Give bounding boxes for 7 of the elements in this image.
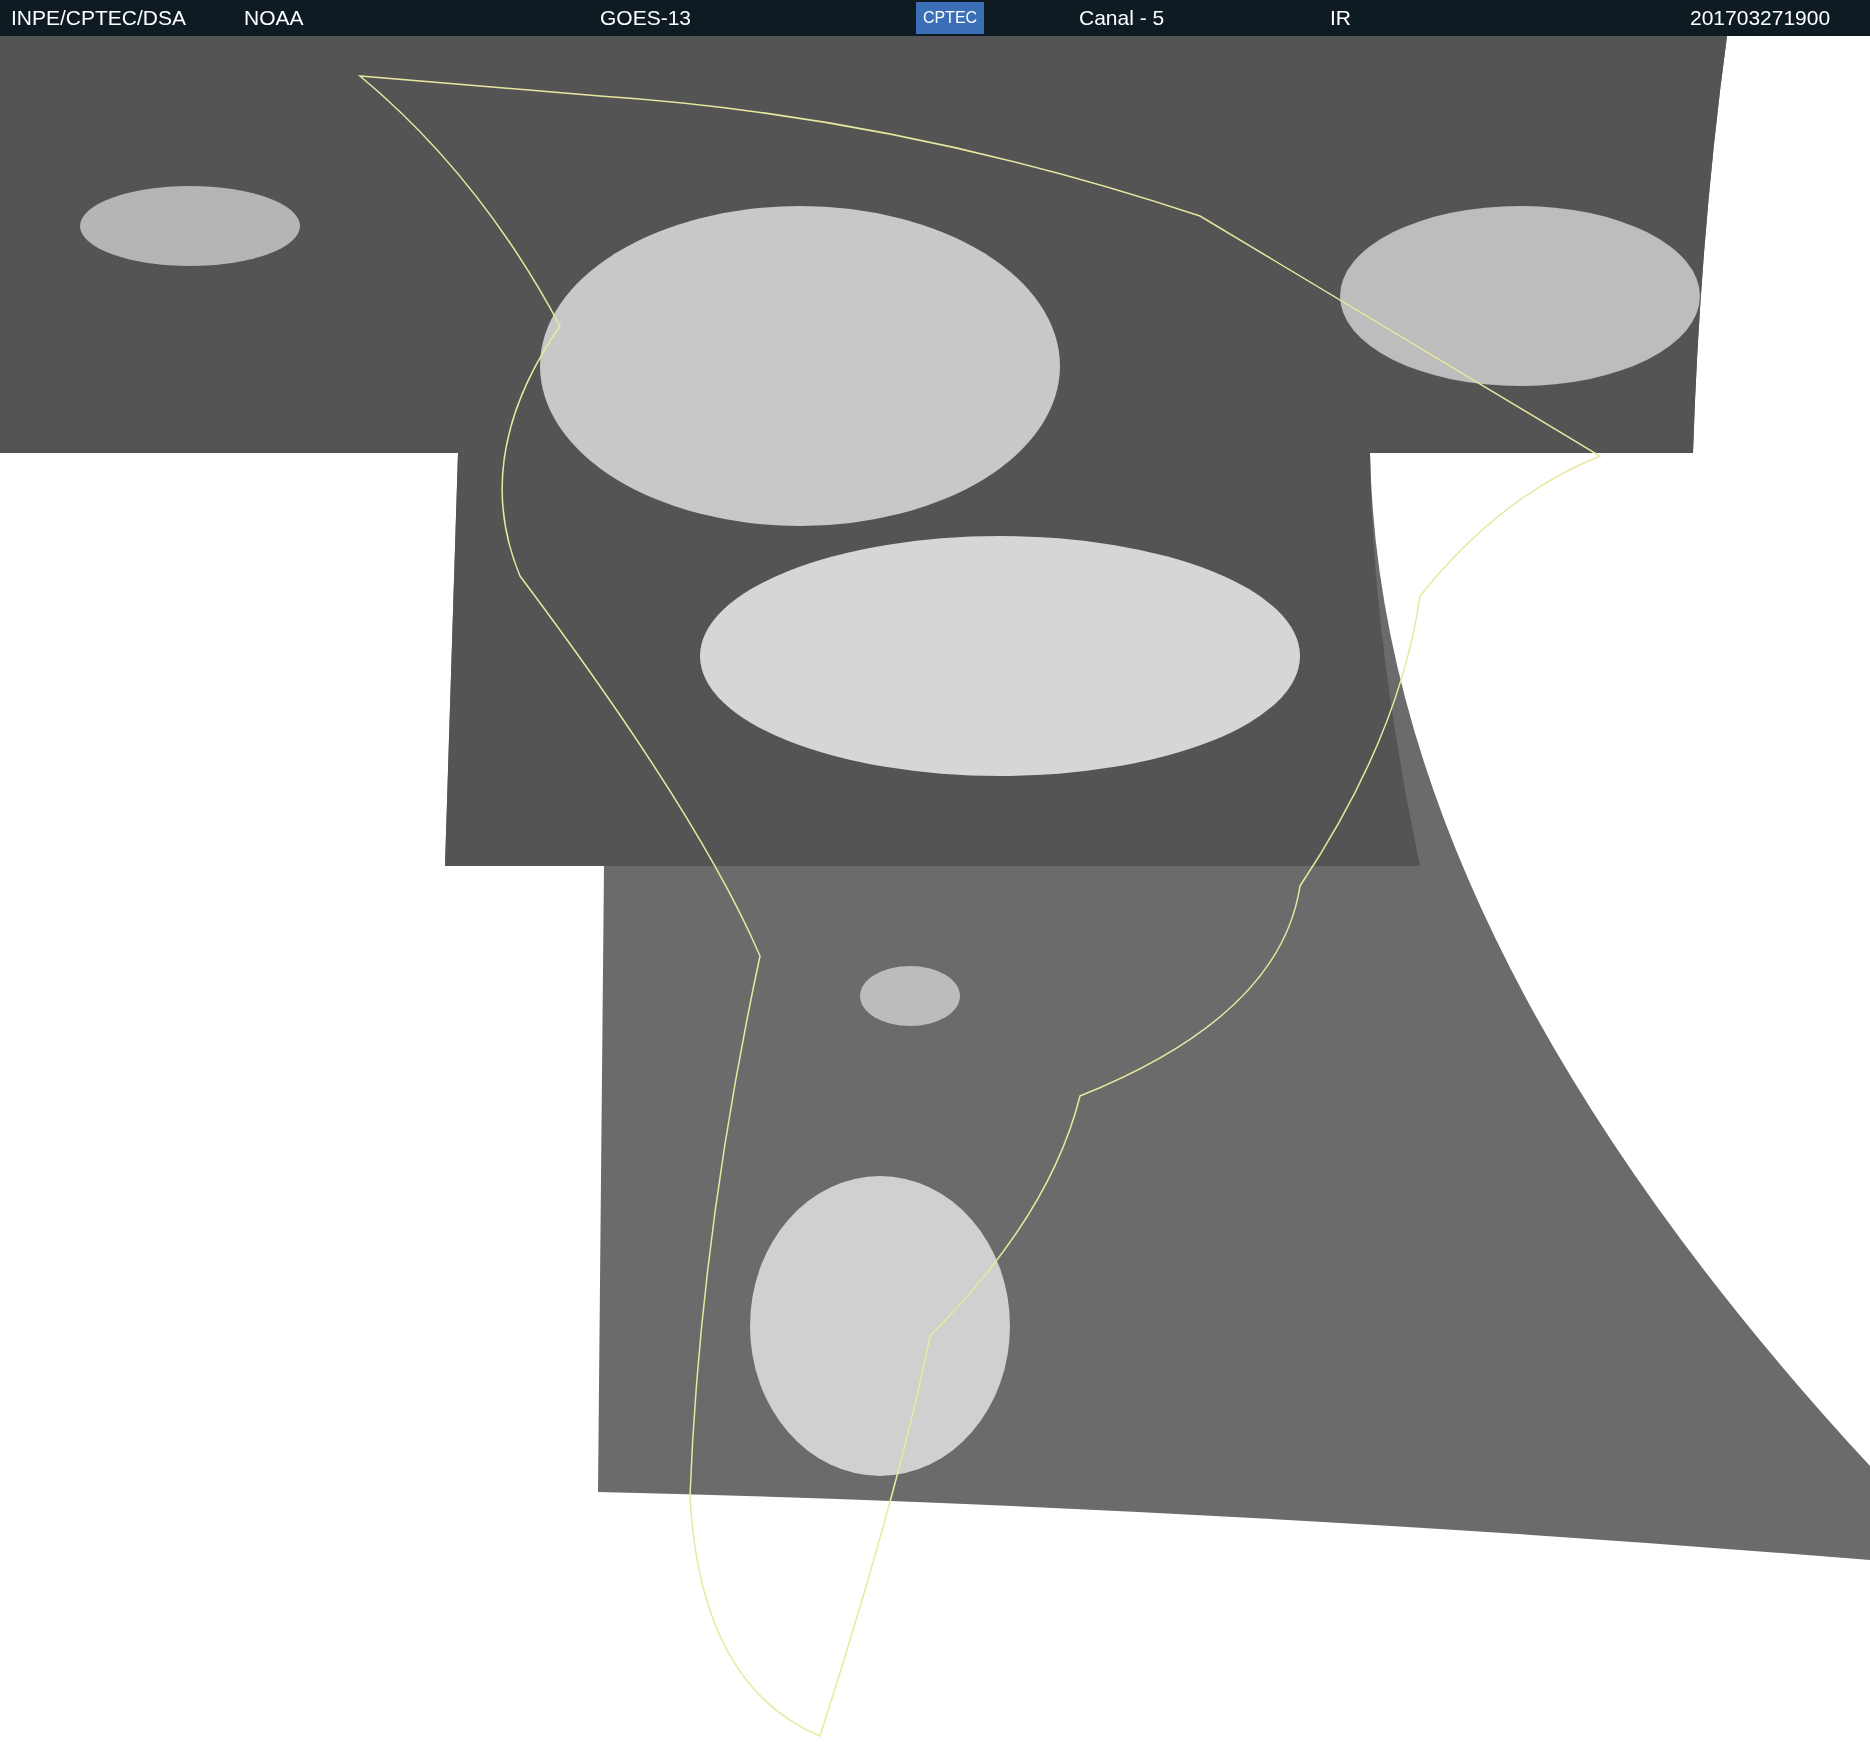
band-label: IR bbox=[1330, 7, 1351, 29]
satellite-label: GOES-13 bbox=[600, 7, 692, 29]
timestamp-label: 201703271900 bbox=[1690, 7, 1831, 29]
logo: CPTEC bbox=[916, 2, 984, 34]
channel-label: Canal - 5 bbox=[1079, 7, 1165, 29]
agency-label: NOAA bbox=[244, 7, 304, 29]
source-label: INPE/CPTEC/DSA bbox=[11, 7, 187, 29]
